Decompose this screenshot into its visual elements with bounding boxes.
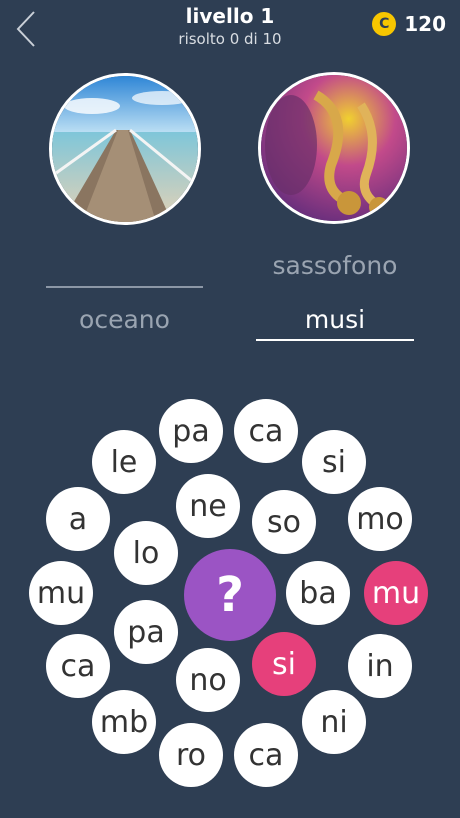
left-word-underline (46, 286, 203, 288)
question-mark-icon: ? (216, 567, 244, 623)
saxophone-photo[interactable] (258, 72, 410, 224)
syllable-bubble[interactable]: ca (46, 634, 110, 698)
syllable-bubble[interactable]: mb (92, 690, 156, 754)
syllable-bubble[interactable]: pa (159, 399, 223, 463)
coin-counter[interactable]: C 120 (372, 12, 446, 36)
syllable-bubble[interactable]: ca (234, 723, 298, 787)
syllable-bubble[interactable]: no (176, 648, 240, 712)
syllable-bubble-selected[interactable]: si (252, 632, 316, 696)
syllable-bubble[interactable]: ca (234, 399, 298, 463)
syllable-bubble[interactable]: mu (29, 561, 93, 625)
right-word-input: musi (304, 305, 366, 334)
syllable-bubble[interactable]: lo (114, 521, 178, 585)
syllable-bubble[interactable]: mo (348, 487, 412, 551)
syllable-bubble[interactable]: a (46, 487, 110, 551)
syllable-bubble[interactable]: pa (114, 600, 178, 664)
right-word-underline (256, 339, 414, 341)
syllable-bubble[interactable]: so (252, 490, 316, 554)
saxophone-image (261, 75, 407, 221)
left-word-hint: oceano (79, 305, 170, 334)
pier-image (52, 76, 198, 222)
coin-count: 120 (404, 12, 446, 36)
syllable-bubble[interactable]: ni (302, 690, 366, 754)
syllable-bubble[interactable]: si (302, 430, 366, 494)
syllable-bubble[interactable]: le (92, 430, 156, 494)
syllable-bubble-selected[interactable]: mu (364, 561, 428, 625)
syllable-bubble[interactable]: in (348, 634, 412, 698)
right-word-solved: sassofono (272, 251, 398, 280)
pier-photo[interactable] (49, 73, 201, 225)
coin-icon: C (372, 12, 397, 36)
hint-button[interactable]: ? (184, 549, 276, 641)
syllable-bubble[interactable]: ba (286, 561, 350, 625)
syllable-bubble[interactable]: ro (159, 723, 223, 787)
syllable-bubble[interactable]: ne (176, 474, 240, 538)
